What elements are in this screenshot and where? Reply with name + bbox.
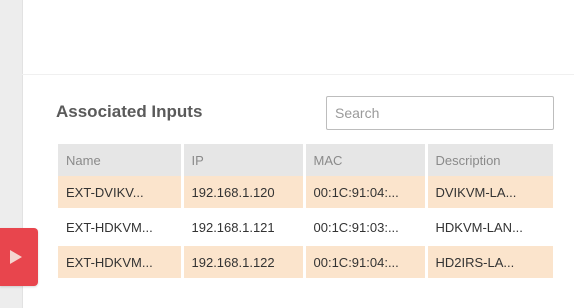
search-input[interactable] xyxy=(326,96,554,130)
side-tab-button[interactable] xyxy=(0,228,38,286)
cell-name: EXT-DVIKV... xyxy=(58,176,182,211)
table-row[interactable]: EXT-HDKVM... 192.168.1.122 00:1C:91:04:.… xyxy=(58,244,554,281)
cell-mac: 00:1C:91:04:... xyxy=(304,244,426,281)
table-row[interactable]: EXT-HDKVM... 192.168.1.121 00:1C:91:03:.… xyxy=(58,209,554,246)
column-header-ip[interactable]: IP xyxy=(182,144,306,176)
cell-ip: 192.168.1.122 xyxy=(182,244,304,281)
section-title: Associated Inputs xyxy=(56,102,203,121)
associated-inputs-table: Name IP MAC Description EXT-DVIKV... 192… xyxy=(58,144,556,281)
cell-ip: 192.168.1.121 xyxy=(182,209,304,246)
play-arrow-icon xyxy=(10,250,22,264)
cell-mac: 00:1C:91:03:... xyxy=(304,209,426,246)
cell-description: HDKVM-LAN... xyxy=(426,209,554,246)
cell-name: EXT-HDKVM... xyxy=(58,244,182,281)
column-header-mac[interactable]: MAC xyxy=(304,144,428,176)
cell-description: DVIKVM-LA... xyxy=(426,176,554,211)
cell-name: EXT-HDKVM... xyxy=(58,209,182,246)
table-row[interactable]: EXT-DVIKV... 192.168.1.120 00:1C:91:04:.… xyxy=(58,176,554,211)
cell-mac: 00:1C:91:04:... xyxy=(304,176,426,211)
cell-description: HD2IRS-LA... xyxy=(426,244,554,281)
column-header-name[interactable]: Name xyxy=(58,144,184,176)
table-header-row: Name IP MAC Description xyxy=(58,144,556,176)
cell-ip: 192.168.1.120 xyxy=(182,176,304,211)
column-header-description[interactable]: Description xyxy=(426,144,556,176)
divider xyxy=(22,74,574,75)
